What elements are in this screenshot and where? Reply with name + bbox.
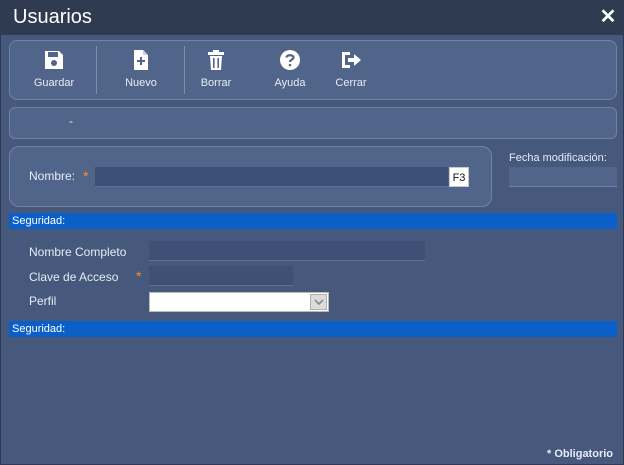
delete-label: Borrar bbox=[200, 77, 232, 89]
modified-date-value bbox=[509, 167, 617, 187]
dropdown-button[interactable] bbox=[310, 294, 327, 310]
profile-select[interactable] bbox=[149, 292, 329, 312]
security-section-header: Seguridad: bbox=[9, 213, 617, 229]
profile-label: Perfil bbox=[29, 294, 57, 308]
save-button[interactable]: Guardar bbox=[24, 41, 84, 99]
help-button[interactable]: Ayuda bbox=[260, 41, 320, 99]
users-window: Usuarios ✕ Guardar Nuevo Borrar Ayuda Ce… bbox=[0, 0, 624, 465]
full-name-label: Nombre Completo bbox=[29, 245, 127, 259]
security-section-header-2: Seguridad: bbox=[9, 321, 617, 337]
name-label: Nombre: bbox=[29, 169, 76, 183]
close-button[interactable]: Cerrar bbox=[321, 41, 381, 99]
chevron-down-icon bbox=[314, 299, 324, 306]
window-title: Usuarios bbox=[13, 6, 92, 28]
close-icon[interactable]: ✕ bbox=[599, 7, 617, 27]
password-label: Clave de Acceso bbox=[29, 270, 119, 284]
new-button[interactable]: Nuevo bbox=[111, 41, 171, 99]
save-icon bbox=[45, 51, 63, 69]
name-input[interactable] bbox=[95, 167, 448, 187]
modified-date-label: Fecha modificación: bbox=[509, 152, 607, 164]
password-required-mark: * bbox=[136, 268, 142, 284]
help-label: Ayuda bbox=[274, 77, 306, 89]
new-document-icon bbox=[134, 50, 148, 70]
new-label: Nuevo bbox=[125, 77, 157, 89]
close-label: Cerrar bbox=[335, 77, 367, 89]
save-label: Guardar bbox=[33, 77, 75, 89]
password-input[interactable] bbox=[149, 266, 293, 286]
info-bar: - bbox=[9, 107, 617, 139]
trash-icon bbox=[208, 50, 224, 70]
name-panel: Nombre: * F3 bbox=[9, 146, 492, 207]
exit-icon bbox=[342, 52, 361, 68]
full-name-input[interactable] bbox=[149, 241, 425, 261]
title-bar: Usuarios ✕ bbox=[1, 1, 624, 35]
toolbar-separator bbox=[184, 46, 185, 94]
required-note: * Obligatorio bbox=[547, 448, 613, 460]
toolbar-separator bbox=[96, 46, 97, 94]
info-text: - bbox=[69, 114, 73, 128]
lookup-f3-button[interactable]: F3 bbox=[449, 167, 469, 187]
help-icon bbox=[280, 50, 300, 70]
name-required-mark: * bbox=[83, 168, 89, 184]
toolbar: Guardar Nuevo Borrar Ayuda Cerrar bbox=[9, 40, 617, 100]
delete-button[interactable]: Borrar bbox=[186, 41, 246, 99]
